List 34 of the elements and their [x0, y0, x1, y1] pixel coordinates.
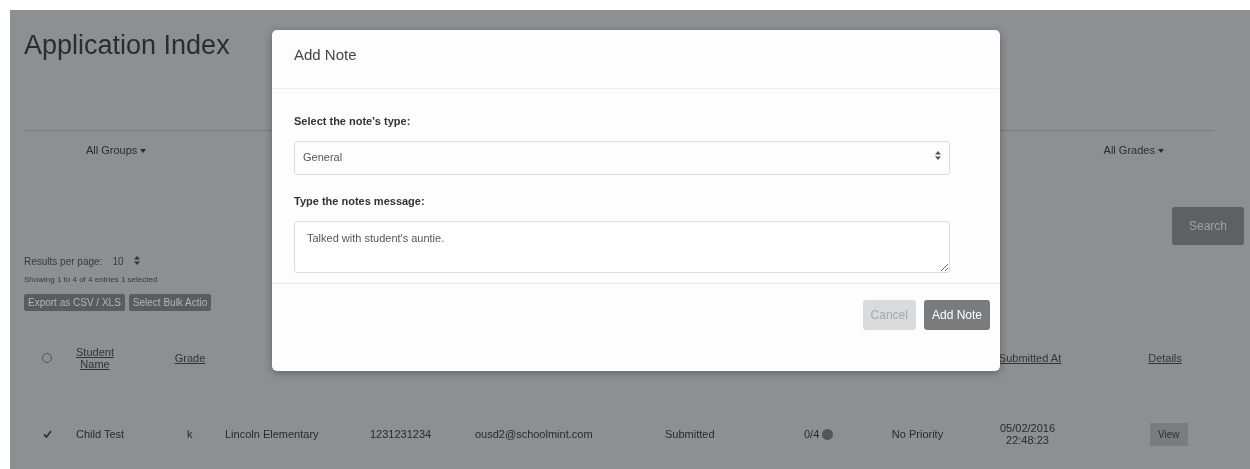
submitted-at-cell-text: 05/02/2016 22:48:23	[998, 422, 1057, 446]
priority-cell: No Priority	[890, 428, 945, 440]
page-title: Application Index	[24, 30, 230, 62]
check-icon[interactable]	[42, 430, 52, 438]
results-per-page-select[interactable]: 10	[108, 256, 157, 267]
column-header[interactable]: Details	[1140, 352, 1190, 364]
caret-icon	[1158, 149, 1164, 154]
grade-cell-text: k	[186, 428, 193, 440]
school-cell: Lincoln Elementary	[225, 428, 319, 440]
action-button[interactable]: Select Bulk Actio	[128, 294, 212, 311]
view-button[interactable]: View	[1150, 422, 1188, 446]
add-note-button[interactable]: Add Note	[923, 300, 990, 330]
field-label: Select the note's type:	[294, 115, 412, 127]
status-cell-text: Submitted	[664, 428, 715, 440]
entries-summary: Showing 1 to 4 of 4 entries 1 selected	[24, 275, 159, 284]
search-button[interactable]: Search	[1172, 207, 1244, 245]
updown-icon	[935, 151, 941, 160]
column-header[interactable]: Student Name	[70, 346, 120, 370]
info-icon[interactable]	[822, 428, 834, 440]
column-header[interactable]: Grade	[165, 352, 215, 364]
documents-count: 0/4	[804, 428, 820, 440]
phone-cell: 1231231234	[370, 428, 432, 440]
dialog-title: Add Note	[294, 46, 357, 63]
filter-dropdown[interactable]: All Grades	[1103, 144, 1164, 156]
filter-dropdown[interactable]: All Groups	[86, 144, 147, 156]
student-name-cell-text: Child Test	[75, 428, 125, 440]
email-cell: ousd2@schoolmint.com	[475, 428, 593, 440]
action-button[interactable]: Export as CSV / XLS	[24, 294, 125, 311]
results-per-page-label: Results per page:	[24, 256, 103, 267]
note-type-select[interactable]: General	[294, 141, 950, 175]
updown-icon	[134, 256, 141, 265]
field-label: Type the notes message:	[294, 195, 426, 207]
caret-icon	[140, 149, 147, 154]
message-field[interactable]: Talked with student's auntie.	[294, 221, 950, 273]
